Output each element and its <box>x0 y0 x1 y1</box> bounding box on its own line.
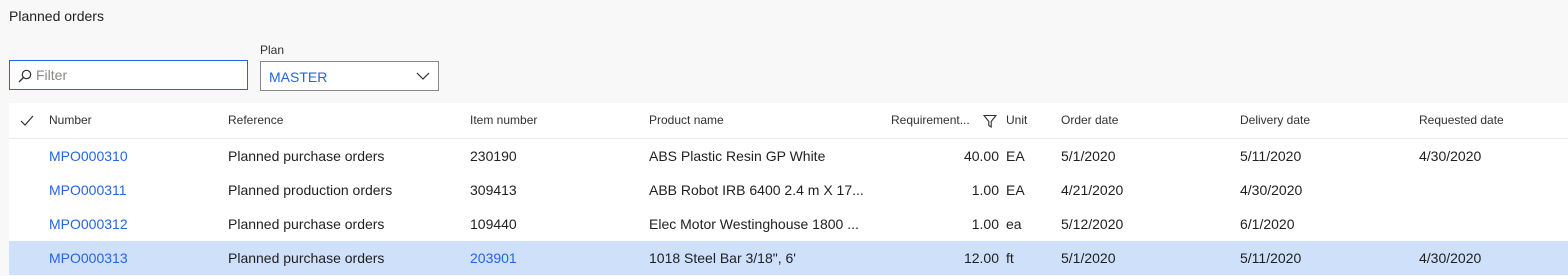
plan-label: Plan <box>260 43 285 57</box>
delivery-date-cell: 4/30/2020 <box>1240 182 1303 198</box>
page-title: Planned orders <box>9 8 104 24</box>
order-date-cell: 5/1/2020 <box>1061 148 1116 164</box>
reference-cell: Planned production orders <box>228 182 393 198</box>
table-row-selected[interactable]: MPO000313 Planned purchase orders 203901… <box>9 241 1568 275</box>
column-header-item-number[interactable]: Item number <box>470 103 537 138</box>
product-name-cell: ABS Plastic Resin GP White <box>649 148 826 164</box>
delivery-date-cell: 5/11/2020 <box>1240 250 1302 266</box>
order-number-link[interactable]: MPO000310 <box>49 139 128 173</box>
requirement-cell: 40.00 <box>963 148 999 164</box>
product-name-cell: Elec Motor Westinghouse 1800 ... <box>649 216 859 232</box>
table-row[interactable]: MPO000311 Planned production orders 3094… <box>9 173 1568 207</box>
grid-header: Number Reference Item number Product nam… <box>9 103 1568 139</box>
filter-field[interactable] <box>9 60 248 90</box>
order-date-cell: 5/12/2020 <box>1061 216 1124 232</box>
unit-cell: ea <box>1006 216 1022 232</box>
product-name-cell: ABB Robot IRB 6400 2.4 m X 17... <box>649 182 864 198</box>
requirement-cell: 12.00 <box>963 250 999 266</box>
filter-input[interactable] <box>36 65 236 85</box>
unit-cell: EA <box>1006 182 1025 198</box>
unit-cell: EA <box>1006 148 1025 164</box>
reference-cell: Planned purchase orders <box>228 148 385 164</box>
requirement-cell: 1.00 <box>971 216 999 232</box>
column-header-reference[interactable]: Reference <box>228 103 283 138</box>
checkmark-icon[interactable] <box>20 115 34 126</box>
table-row[interactable]: MPO000310 Planned purchase orders 230190… <box>9 139 1568 173</box>
plan-dropdown[interactable]: MASTER <box>260 61 439 91</box>
item-number-link[interactable]: 203901 <box>470 241 517 275</box>
planned-orders-grid: Number Reference Item number Product nam… <box>9 103 1568 275</box>
order-number-link[interactable]: MPO000311 <box>49 173 127 207</box>
reference-cell: Planned purchase orders <box>228 216 385 232</box>
search-icon <box>18 69 32 83</box>
chevron-down-icon <box>416 72 430 80</box>
order-number-link[interactable]: MPO000313 <box>49 241 128 275</box>
column-header-requested-date[interactable]: Requested date <box>1419 103 1504 138</box>
unit-cell: ft <box>1006 250 1014 266</box>
requested-date-cell: 4/30/2020 <box>1419 250 1482 266</box>
plan-value: MASTER <box>269 69 328 85</box>
product-name-cell: 1018 Steel Bar 3/18", 6' <box>649 250 796 266</box>
filter-icon[interactable] <box>983 114 997 128</box>
column-header-delivery-date[interactable]: Delivery date <box>1240 103 1310 138</box>
item-number-cell: 109440 <box>470 216 517 232</box>
item-number-cell: 309413 <box>470 182 517 198</box>
item-number-cell: 230190 <box>470 148 517 164</box>
requirement-cell: 1.00 <box>971 182 999 198</box>
table-row[interactable]: MPO000312 Planned purchase orders 109440… <box>9 207 1568 241</box>
order-date-cell: 5/1/2020 <box>1061 250 1116 266</box>
column-header-product-name[interactable]: Product name <box>649 103 724 138</box>
column-header-number[interactable]: Number <box>49 103 92 138</box>
order-date-cell: 4/21/2020 <box>1061 182 1124 198</box>
delivery-date-cell: 6/1/2020 <box>1240 216 1295 232</box>
reference-cell: Planned purchase orders <box>228 250 385 266</box>
column-header-order-date[interactable]: Order date <box>1061 103 1118 138</box>
order-number-link[interactable]: MPO000312 <box>49 207 128 241</box>
requested-date-cell: 4/30/2020 <box>1419 148 1482 164</box>
column-header-unit[interactable]: Unit <box>1006 103 1027 138</box>
delivery-date-cell: 5/11/2020 <box>1240 148 1302 164</box>
column-header-requirement[interactable]: Requirement... <box>891 103 970 138</box>
